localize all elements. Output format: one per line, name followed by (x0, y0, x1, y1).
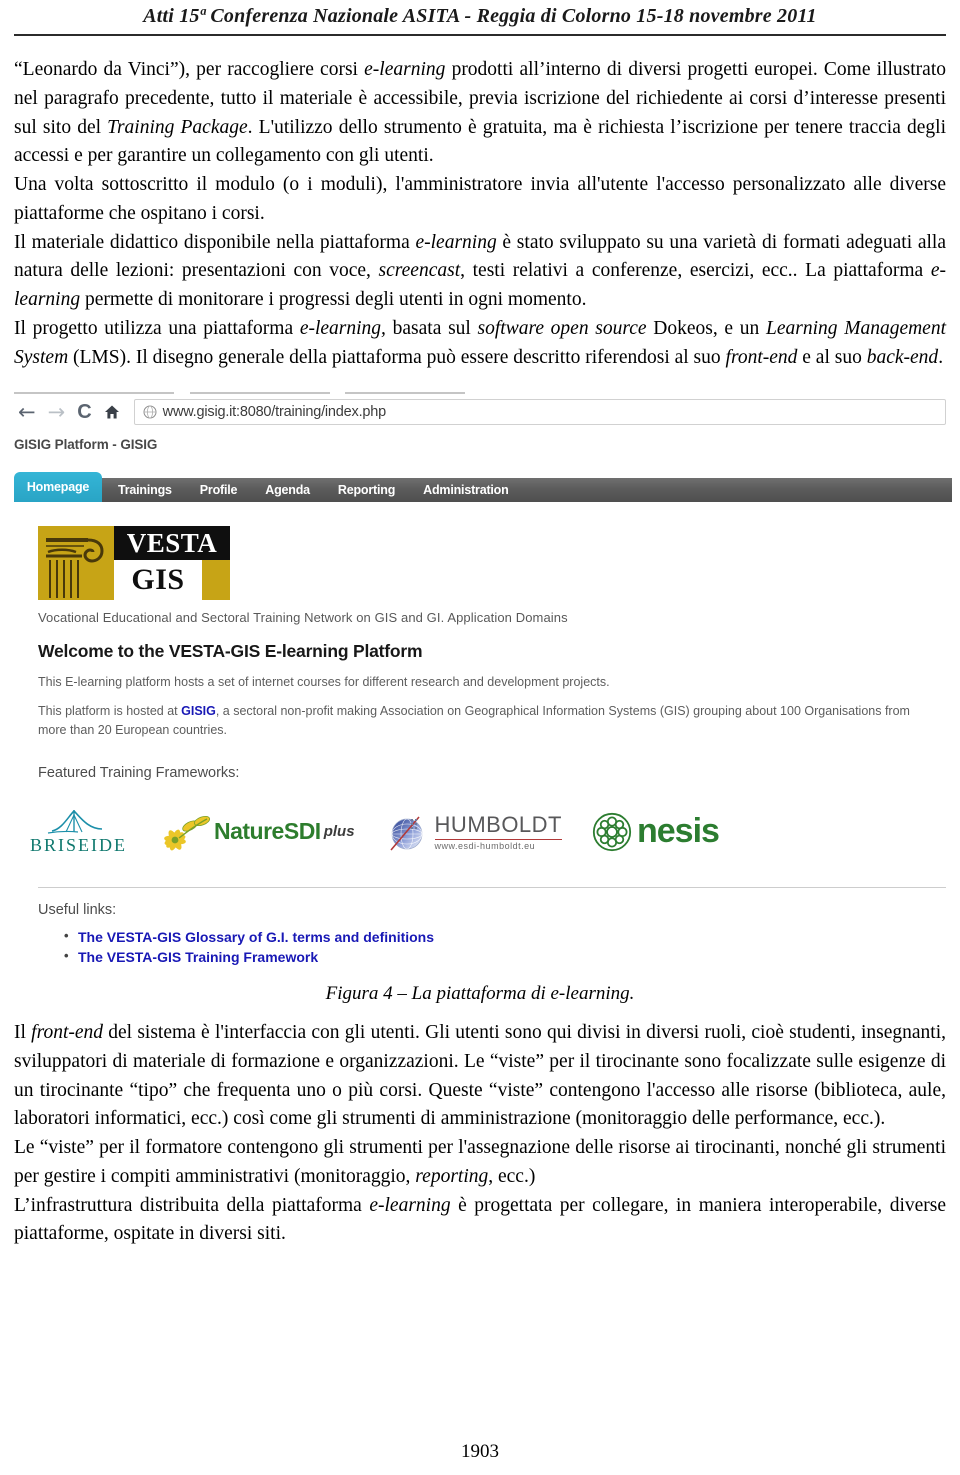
useful-link-glossary[interactable]: The VESTA-GIS Glossary of G.I. terms and… (78, 929, 434, 945)
italic-run: reporting (415, 1165, 489, 1187)
text-run: (LMS). Il disegno generale della piattaf… (68, 346, 726, 368)
welcome-heading: Welcome to the VESTA-GIS E-learning Plat… (38, 641, 423, 662)
logo-tagline: Vocational Educational and Sectoral Trai… (38, 610, 568, 626)
list-item[interactable]: The VESTA-GIS Training Framework (64, 947, 960, 967)
italic-run: front-end (725, 346, 798, 368)
italic-run: e-learning, (299, 317, 386, 339)
naturesdi-label: NatureSDI (214, 818, 321, 845)
paragraph: Il materiale didattico disponibile nella… (14, 229, 946, 315)
italic-run: Training Package (107, 116, 248, 138)
text-run: , testi relativi a conferenze, esercizi,… (460, 260, 931, 282)
page-number: 1903 (461, 1441, 499, 1462)
browser-toolbar: ← → C www.gisig.it:8080/training/index.p… (0, 396, 960, 431)
nav-item-reporting[interactable]: Reporting (338, 483, 395, 497)
humboldt-logo[interactable]: HUMBOLDT www.esdi-humboldt.eu (385, 810, 562, 854)
browser-tab[interactable] (190, 392, 330, 395)
nav-item-homepage[interactable]: Homepage (14, 472, 102, 503)
site-navigation: Trainings Profile Agenda Reporting Admin… (0, 472, 960, 503)
paragraph: “Leonardo da Vinci”), per raccogliere co… (14, 56, 946, 171)
naturesdi-plus-label: plus (323, 823, 355, 841)
intro-text-before: This platform is hosted at (38, 704, 182, 719)
flower-leaf-icon (164, 815, 211, 851)
nav-item-administration[interactable]: Administration (423, 483, 509, 497)
naturesdiplus-logo[interactable]: NatureSDI plus (157, 810, 355, 854)
text-run: L’infrastruttura distribuita della piatt… (14, 1194, 370, 1216)
globe-icon (143, 405, 157, 419)
humboldt-url-label: www.esdi-humboldt.eu (434, 841, 536, 852)
paragraph: Il progetto utilizza una piattaforma e-l… (14, 315, 946, 373)
paragraph: Il front-end del sistema è l'interfaccia… (14, 1019, 946, 1134)
paragraph: Le “viste” per il formatore contengono g… (14, 1134, 946, 1192)
text-run: , ecc.) (488, 1165, 536, 1187)
document-body-bottom: Il front-end del sistema è l'interfaccia… (0, 1019, 960, 1249)
italic-run: front-end (31, 1022, 104, 1044)
text-run: . (938, 346, 944, 368)
figure-4-screenshot: ← → C www.gisig.it:8080/training/index.p… (0, 386, 960, 968)
home-icon[interactable] (104, 404, 120, 420)
intro-paragraph-2: This platform is hosted at GISIG, a sect… (38, 702, 922, 738)
italic-run: e-learning (364, 59, 446, 80)
italic-run: software open source (477, 317, 647, 339)
briseide-label: BRISEIDE (30, 835, 127, 856)
text-run: “Leonardo da Vinci”), per raccogliere co… (14, 59, 365, 80)
italic-run: screencast (378, 260, 461, 282)
paragraph: L’infrastruttura distribuita della piatt… (14, 1192, 946, 1250)
logo-gis-text: GIS (131, 563, 185, 597)
list-item[interactable]: The VESTA-GIS Glossary of G.I. terms and… (64, 927, 960, 947)
text-run: Il progetto utilizza una piattaforma (14, 317, 300, 339)
nesis-logo[interactable]: nesis (592, 812, 720, 852)
useful-links-heading: Useful links: (38, 901, 117, 918)
nav-item-profile[interactable]: Profile (200, 483, 238, 497)
browser-tab-strip (0, 386, 960, 397)
text-run: del sistema è l'interfaccia con gli uten… (14, 1022, 946, 1130)
text-run: Dokeos, e un (646, 317, 766, 339)
paragraph: Una volta sottoscritto il modulo (o i mo… (14, 171, 946, 229)
header-divider (14, 34, 946, 36)
logo-gold-block (202, 560, 230, 601)
text-run: Il materiale didattico disponibile nella… (14, 231, 416, 253)
nesis-label: nesis (637, 812, 720, 851)
browser-tab[interactable] (345, 392, 465, 395)
running-header: Atti 15ª Conferenza Nazionale ASITA - Re… (0, 0, 960, 36)
browser-tab[interactable] (14, 392, 174, 395)
url-text: www.gisig.it:8080/training/index.php (162, 404, 387, 421)
address-bar[interactable]: www.gisig.it:8080/training/index.php (133, 399, 946, 426)
italic-run: e-learning (369, 1194, 451, 1216)
italic-run: back-end (866, 346, 939, 368)
text-run: e al suo (797, 346, 867, 368)
back-arrow-icon[interactable]: ← (18, 401, 36, 423)
text-run: Il (14, 1022, 32, 1044)
intro-paragraph-1: This E-learning platform hosts a set of … (38, 675, 610, 690)
briseide-logo[interactable]: BRISEIDE (30, 807, 127, 856)
text-run: permette di monitorare i progressi degli… (80, 289, 587, 310)
humboldt-globe-icon (389, 816, 422, 851)
humboldt-label: HUMBOLDT (434, 812, 562, 841)
italic-run: e-learning (415, 231, 497, 253)
nav-item-trainings[interactable]: Trainings (118, 483, 172, 497)
nav-item-agenda[interactable]: Agenda (265, 483, 310, 497)
section-divider (38, 886, 946, 888)
nesis-flower-icon (592, 812, 632, 851)
ionic-column-icon (38, 526, 114, 601)
useful-link-training-framework[interactable]: The VESTA-GIS Training Framework (78, 949, 318, 965)
text-run: basata sul (385, 317, 478, 339)
text-run: Una volta sottoscritto il modulo (o i mo… (14, 174, 946, 224)
reload-icon[interactable]: C (77, 402, 91, 422)
useful-links-list: The VESTA-GIS Glossary of G.I. terms and… (0, 927, 960, 968)
gisig-link[interactable]: GISIG (181, 704, 216, 718)
partner-logo-row: BRISEIDE NatureSDI plus HUMBOLDT www.esd… (30, 805, 960, 859)
page-title: GISIG Platform - GISIG (14, 437, 158, 453)
nav-bar: Trainings Profile Agenda Reporting Admin… (14, 478, 952, 503)
document-body-top: “Leonardo da Vinci”), per raccogliere co… (0, 56, 960, 372)
featured-frameworks-heading: Featured Training Frameworks: (38, 764, 240, 781)
forward-arrow-icon[interactable]: → (48, 401, 66, 423)
briseide-bridge-icon (47, 809, 102, 834)
vesta-gis-logo: VESTA GIS (0, 502, 960, 601)
running-header-title: Atti 15ª Conferenza Nazionale ASITA - Re… (143, 5, 817, 27)
figure-caption: Figura 4 – La piattaforma di e-learning. (325, 983, 635, 1005)
logo-vesta-text: VESTA (114, 526, 230, 561)
